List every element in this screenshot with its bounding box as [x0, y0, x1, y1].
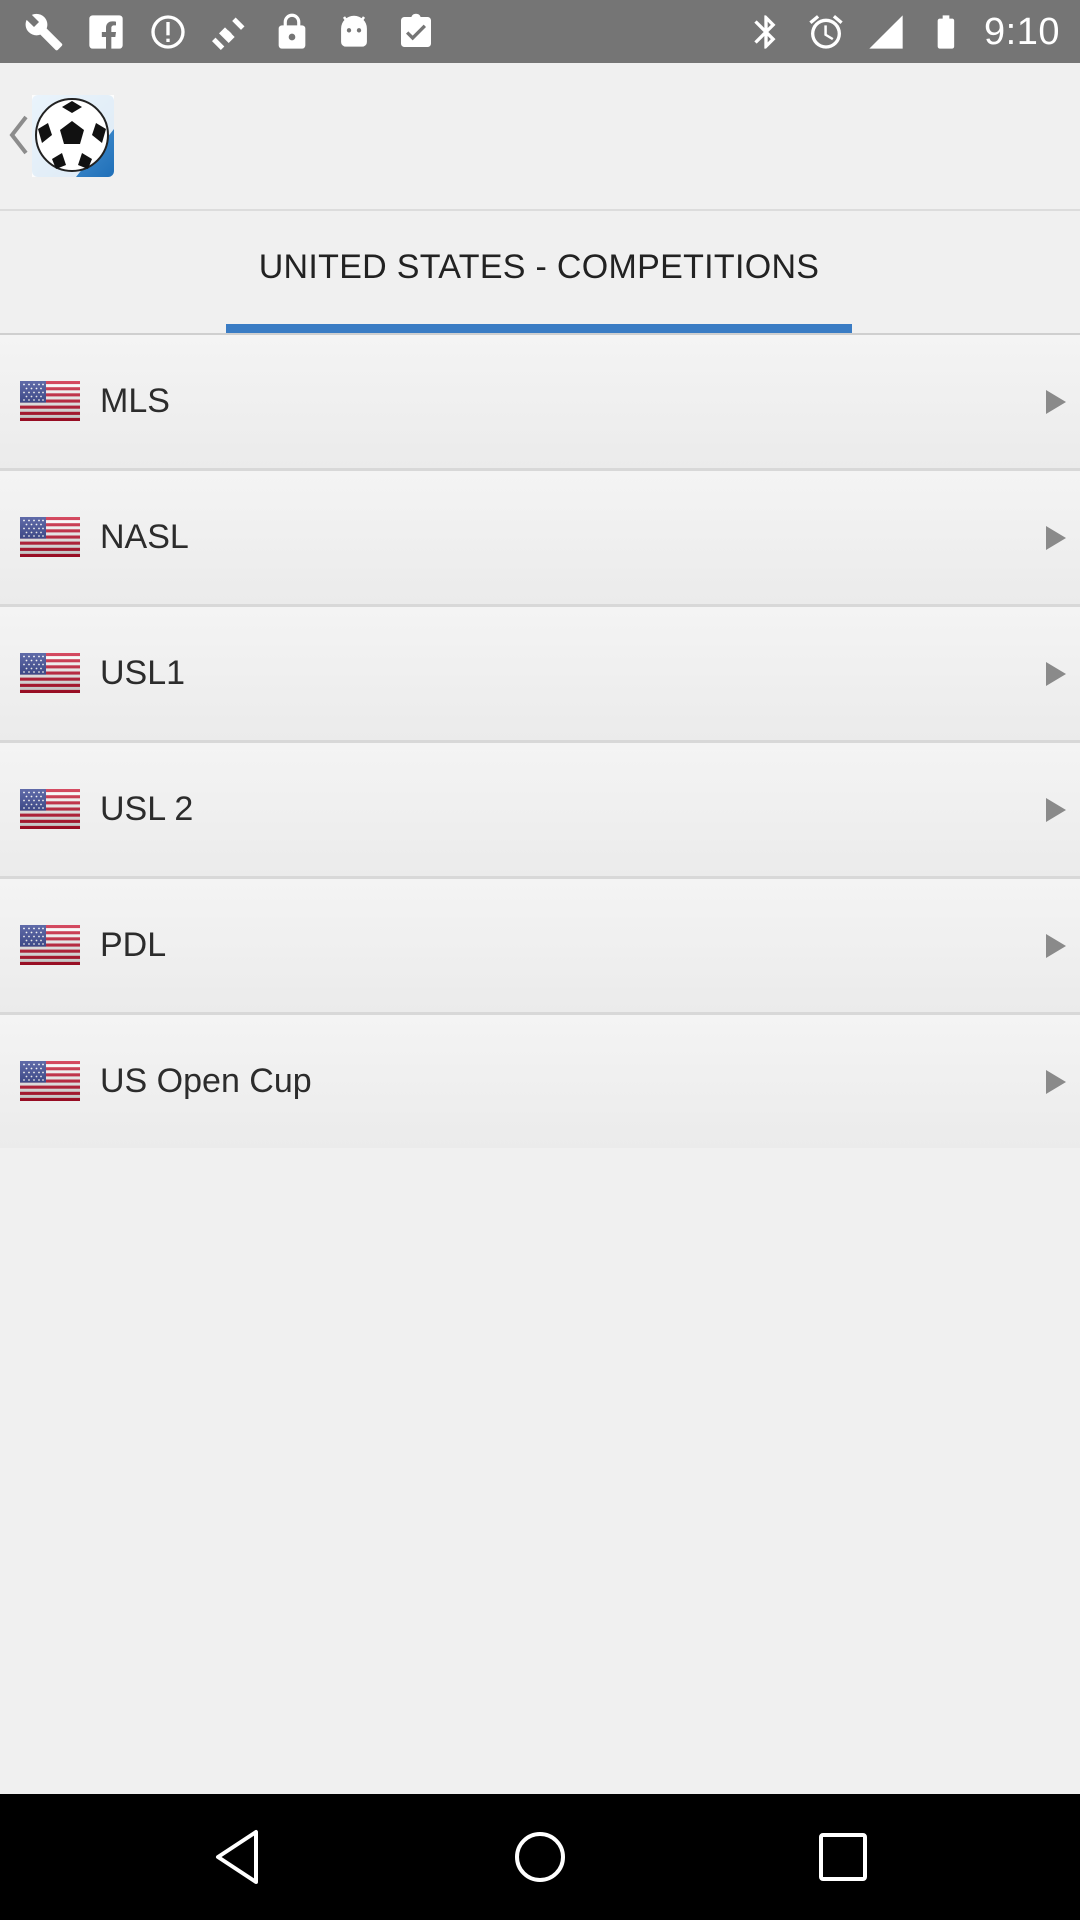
soccer-ball-logo-icon[interactable]: [26, 89, 120, 183]
play-arrow-icon: [1046, 390, 1066, 414]
wrench-icon: [22, 10, 66, 54]
list-item-us-open-cup[interactable]: US Open Cup: [0, 1015, 1080, 1148]
us-flag-icon: [20, 925, 80, 965]
play-arrow-icon: [1046, 934, 1066, 958]
action-bar: [0, 63, 1080, 211]
lock-icon: [270, 10, 314, 54]
battery-icon: [924, 10, 968, 54]
alarm-icon: [804, 10, 848, 54]
status-time: 9:10: [984, 10, 1060, 53]
recents-icon[interactable]: [810, 1824, 876, 1890]
list-item-label: NASL: [100, 518, 189, 556]
system-nav-bar: [0, 1794, 1080, 1920]
us-flag-icon: [20, 1061, 80, 1101]
list-item-mls[interactable]: MLS: [0, 335, 1080, 471]
list-item-label: USL1: [100, 654, 186, 692]
us-flag-icon: [20, 517, 80, 557]
list-item-usl1[interactable]: USL1: [0, 607, 1080, 743]
android-icon: [332, 10, 376, 54]
list-item-label: US Open Cup: [100, 1062, 312, 1100]
list-item-usl2[interactable]: USL 2: [0, 743, 1080, 879]
bluetooth-icon: [744, 10, 788, 54]
list-item-label: USL 2: [100, 790, 194, 828]
signal-icon: [864, 10, 908, 54]
back-icon[interactable]: [206, 1824, 272, 1890]
list-item-label: MLS: [100, 382, 170, 420]
tab-competitions[interactable]: UNITED STATES - COMPETITIONS: [226, 211, 852, 333]
competition-list: MLS NASL USL1 USL 2 PDL US Open Cup: [0, 335, 1080, 1148]
status-bar: 9:10: [0, 0, 1080, 63]
fake-gps-icon: [208, 10, 252, 54]
play-arrow-icon: [1046, 662, 1066, 686]
us-flag-icon: [20, 789, 80, 829]
us-flag-icon: [20, 653, 80, 693]
list-item-nasl[interactable]: NASL: [0, 471, 1080, 607]
home-icon[interactable]: [507, 1824, 573, 1890]
alert-icon: [146, 10, 190, 54]
play-arrow-icon: [1046, 526, 1066, 550]
tab-strip: UNITED STATES - COMPETITIONS: [0, 211, 1080, 335]
list-item-pdl[interactable]: PDL: [0, 879, 1080, 1015]
tab-label: UNITED STATES - COMPETITIONS: [258, 247, 820, 286]
play-arrow-icon: [1046, 1070, 1066, 1094]
clipboard-check-icon: [394, 10, 438, 54]
list-item-label: PDL: [100, 926, 167, 964]
tab-indicator: [226, 324, 852, 333]
facebook-icon: [84, 10, 128, 54]
play-arrow-icon: [1046, 798, 1066, 822]
us-flag-icon: [20, 381, 80, 421]
